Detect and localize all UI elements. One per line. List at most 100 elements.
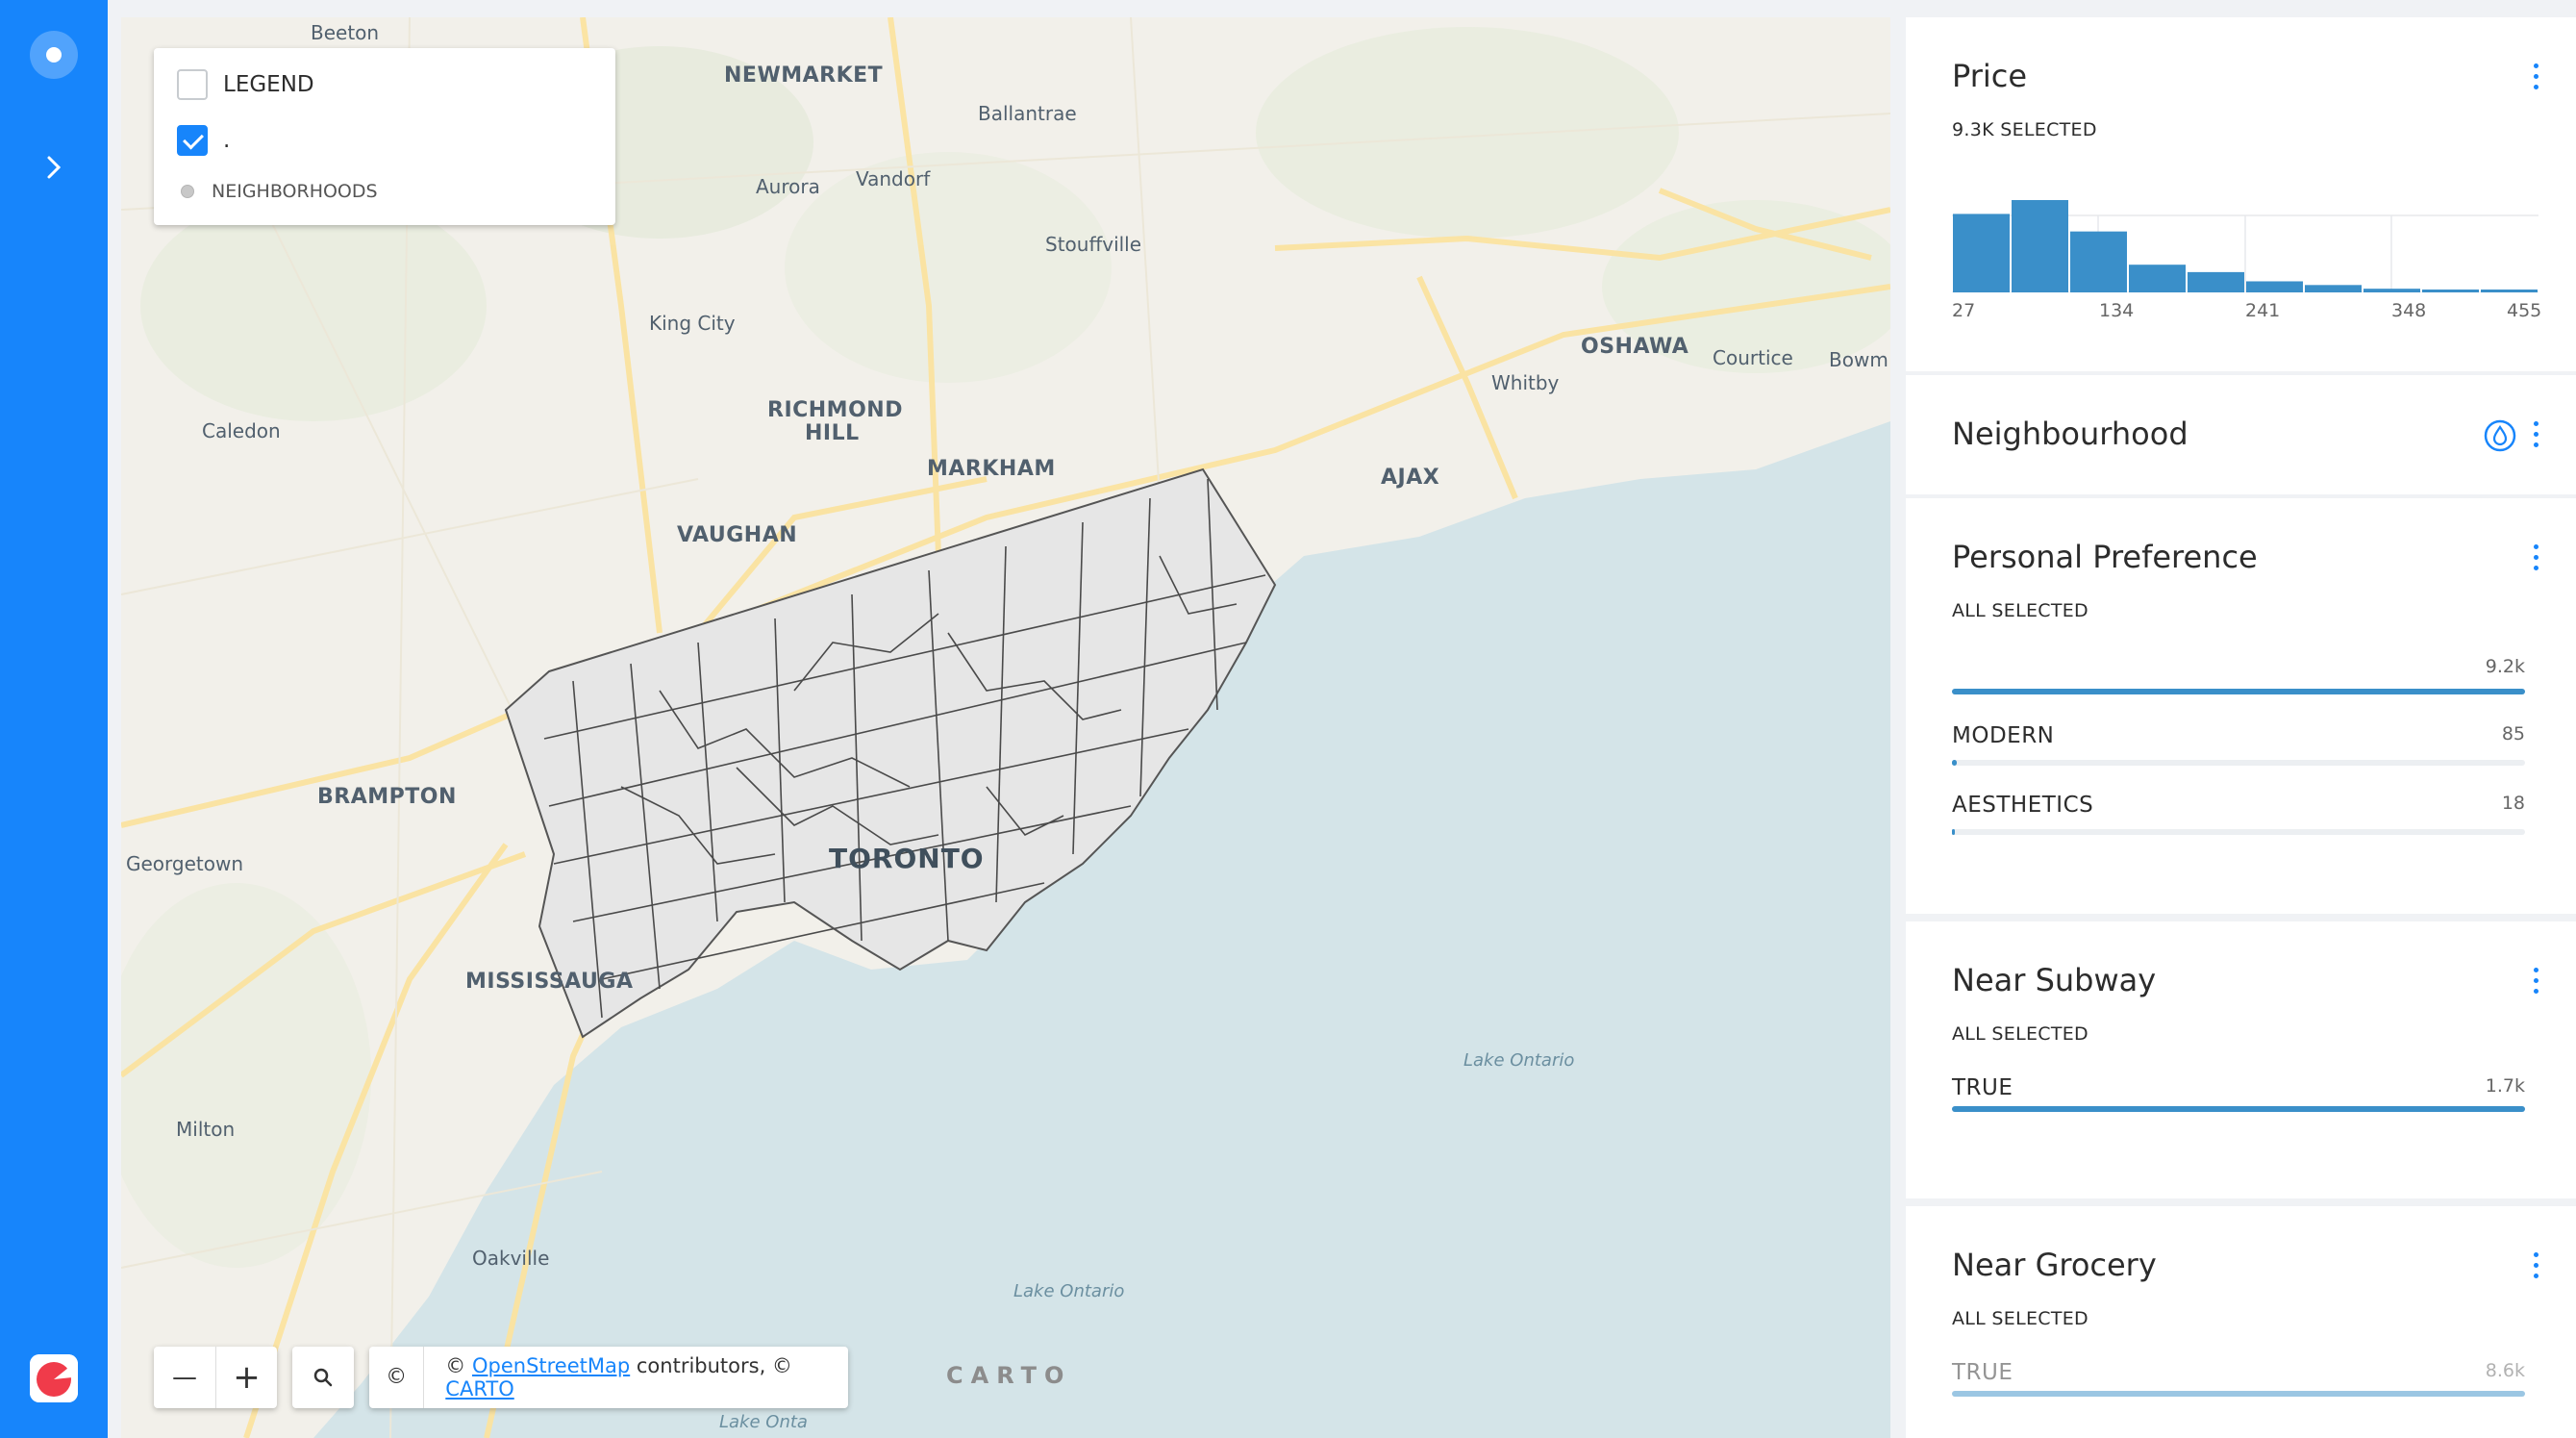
attribution-toggle[interactable]: © bbox=[369, 1347, 425, 1408]
place-label: Beeton bbox=[311, 21, 380, 44]
place-label: RICHMOND bbox=[767, 398, 903, 422]
place-label: Courtice bbox=[1713, 346, 1793, 369]
carto-link[interactable]: CARTO bbox=[445, 1377, 513, 1400]
price-widget: Price 9.3K SELECTED 27 134 241 348 455 bbox=[1906, 17, 2576, 371]
histogram-bar[interactable] bbox=[2422, 290, 2479, 292]
place-label: Stouffville bbox=[1045, 233, 1142, 256]
histogram-bar[interactable] bbox=[2363, 289, 2420, 292]
attribution-text: © OpenStreetMap contributors, © CARTO bbox=[424, 1354, 848, 1400]
widget-title: Near Subway bbox=[1952, 962, 2157, 998]
legend-swatch bbox=[181, 185, 194, 198]
histogram-bar[interactable] bbox=[2012, 200, 2068, 292]
histogram-bar[interactable] bbox=[2129, 265, 2186, 292]
category-value: 18 bbox=[2501, 793, 2525, 814]
histogram-axis-label: 241 bbox=[2245, 300, 2281, 321]
more-vertical-icon[interactable] bbox=[2532, 421, 2539, 450]
histogram-bar[interactable] bbox=[2305, 285, 2362, 292]
category-value: 9.2k bbox=[2485, 656, 2525, 677]
zoom-control: — + bbox=[154, 1347, 277, 1408]
place-label: Aurora bbox=[756, 175, 820, 198]
map-canvas[interactable]: Beeton NEWMARKET Ballantrae Aurora Vando… bbox=[121, 17, 1890, 1438]
carto-watermark: CARTO bbox=[946, 1362, 1072, 1389]
place-label: TORONTO bbox=[829, 843, 985, 874]
near-grocery-widget: Near Grocery ALL SELECTED TRUE 8.6k bbox=[1906, 1206, 2576, 1438]
place-label: Georgetown bbox=[126, 852, 244, 875]
price-histogram[interactable] bbox=[1952, 196, 2538, 292]
more-vertical-icon[interactable] bbox=[2532, 63, 2539, 92]
neighbourhood-widget: Neighbourhood bbox=[1906, 375, 2576, 494]
zoom-in-button[interactable]: + bbox=[215, 1347, 277, 1408]
place-label: Oakville bbox=[472, 1247, 550, 1270]
place-label: Milton bbox=[176, 1118, 236, 1141]
personal-preference-widget: Personal Preference ALL SELECTED 9.2k MO… bbox=[1906, 498, 2576, 914]
left-sidebar bbox=[0, 0, 108, 1438]
histogram-bar[interactable] bbox=[2246, 281, 2303, 292]
more-vertical-icon[interactable] bbox=[2532, 544, 2539, 573]
place-label: Ballantrae bbox=[978, 102, 1077, 125]
histogram-bar[interactable] bbox=[2481, 290, 2538, 292]
chevron-right-icon[interactable] bbox=[38, 152, 69, 183]
histogram-bar[interactable] bbox=[2070, 231, 2127, 292]
map-attribution: © © OpenStreetMap contributors, © CARTO bbox=[369, 1347, 848, 1408]
carto-logo-icon[interactable] bbox=[30, 1354, 78, 1402]
category-value: 85 bbox=[2501, 723, 2525, 744]
category-bar bbox=[1952, 1106, 2525, 1112]
place-label: MISSISSAUGA bbox=[465, 970, 634, 994]
legend-toggle-checkbox[interactable] bbox=[177, 69, 208, 100]
widget-title: Near Grocery bbox=[1952, 1247, 2157, 1283]
place-label: Lake Ontario bbox=[1463, 1050, 1575, 1071]
place-label: AJAX bbox=[1381, 466, 1440, 490]
category-value: 1.7k bbox=[2485, 1075, 2525, 1097]
category-bar bbox=[1952, 689, 2525, 694]
place-label: Lake Ontario bbox=[1013, 1281, 1125, 1301]
openstreetmap-link[interactable]: OpenStreetMap bbox=[472, 1354, 630, 1377]
search-control bbox=[292, 1347, 354, 1408]
category-bar bbox=[1952, 760, 1958, 766]
layer-label: . bbox=[223, 128, 231, 153]
near-subway-widget: Near Subway ALL SELECTED TRUE 1.7k bbox=[1906, 921, 2576, 1198]
place-label: HILL bbox=[805, 421, 860, 445]
category-name: TRUE bbox=[1952, 1360, 2013, 1385]
place-label: Vandorf bbox=[856, 167, 931, 190]
place-label: Bowm bbox=[1829, 348, 1888, 371]
widget-title: Neighbourhood bbox=[1952, 416, 2188, 452]
more-vertical-icon[interactable] bbox=[2532, 968, 2539, 997]
widget-title: Personal Preference bbox=[1952, 539, 2258, 575]
droplet-icon[interactable] bbox=[2484, 419, 2516, 452]
category-bar bbox=[1952, 1391, 2525, 1397]
histogram-bar[interactable] bbox=[2188, 271, 2244, 292]
place-label: King City bbox=[649, 312, 736, 335]
attribution-prefix: © bbox=[445, 1354, 472, 1377]
category-name: TRUE bbox=[1952, 1075, 2013, 1100]
histogram-bar[interactable] bbox=[1953, 214, 2010, 292]
place-label: MARKHAM bbox=[927, 457, 1056, 481]
search-icon[interactable] bbox=[292, 1347, 354, 1408]
widget-title: Price bbox=[1952, 58, 2028, 94]
attribution-middle: contributors, © bbox=[630, 1354, 792, 1377]
category-name: AESTHETICS bbox=[1952, 793, 2094, 818]
legend-panel: LEGEND . NEIGHBORHOODS bbox=[154, 48, 615, 225]
zoom-out-button[interactable]: — bbox=[154, 1347, 215, 1408]
legend-item-label: NEIGHBORHOODS bbox=[212, 181, 378, 202]
widget-selection-count: ALL SELECTED bbox=[1952, 1308, 2088, 1329]
category-value: 8.6k bbox=[2485, 1360, 2525, 1381]
widget-selection-count: 9.3K SELECTED bbox=[1952, 119, 2097, 140]
place-label: Lake Onta bbox=[719, 1412, 808, 1432]
histogram-axis-label: 455 bbox=[2507, 300, 2542, 321]
place-label: OSHAWA bbox=[1581, 335, 1689, 359]
more-vertical-icon[interactable] bbox=[2532, 1252, 2539, 1281]
place-label: VAUGHAN bbox=[677, 523, 798, 547]
place-label: NEWMARKET bbox=[724, 63, 884, 88]
category-name: MODERN bbox=[1952, 723, 2055, 748]
histogram-axis-label: 27 bbox=[1952, 300, 1976, 321]
place-label: Caledon bbox=[202, 419, 281, 442]
place-label: BRAMPTON bbox=[317, 785, 457, 809]
circle-dot-icon[interactable] bbox=[30, 31, 78, 79]
category-bar bbox=[1952, 829, 1955, 835]
legend-title: LEGEND bbox=[223, 72, 314, 97]
histogram-axis-label: 134 bbox=[2099, 300, 2135, 321]
widget-selection-count: ALL SELECTED bbox=[1952, 600, 2088, 621]
place-label: Whitby bbox=[1491, 371, 1560, 394]
histogram-axis-label: 348 bbox=[2391, 300, 2427, 321]
layer-visibility-checkbox[interactable] bbox=[177, 125, 208, 156]
